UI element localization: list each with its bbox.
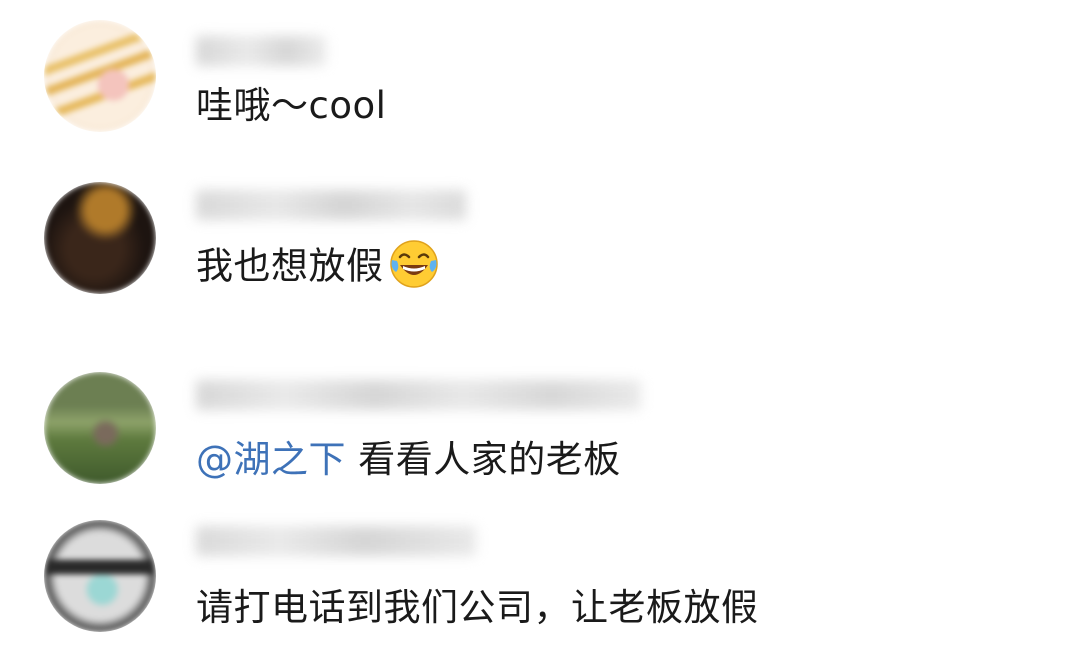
laughing-tears-emoji-icon: [389, 240, 438, 288]
comment-item: @湖之下 看看人家的老板: [0, 364, 1080, 504]
comment-body: 请打电话到我们公司，让老板放假: [196, 586, 759, 629]
username-blurred[interactable]: [196, 36, 326, 66]
comment-text: 我也想放假: [196, 240, 440, 294]
avatar[interactable]: [44, 372, 156, 484]
comment-text: @湖之下 看看人家的老板: [196, 436, 621, 484]
username-blurred[interactable]: [196, 526, 476, 556]
comment-item: 我也想放假: [0, 170, 1080, 310]
avatar[interactable]: [44, 20, 156, 132]
comment-text: 哇哦～cool: [196, 82, 386, 130]
username-blurred[interactable]: [196, 380, 641, 410]
comment-item: 请打电话到我们公司，让老板放假: [0, 512, 1080, 652]
username-blurred[interactable]: [196, 190, 466, 220]
comment-body: 看看人家的老板: [346, 438, 621, 481]
comment-body: 我也想放假: [196, 244, 384, 288]
avatar[interactable]: [44, 520, 156, 632]
comment-body: 哇哦～cool: [196, 84, 387, 127]
comment-item: 哇哦～cool: [0, 16, 1080, 156]
mention-link[interactable]: @湖之下: [196, 438, 346, 481]
comment-text: 请打电话到我们公司，让老板放假: [196, 584, 759, 632]
avatar[interactable]: [44, 182, 156, 294]
